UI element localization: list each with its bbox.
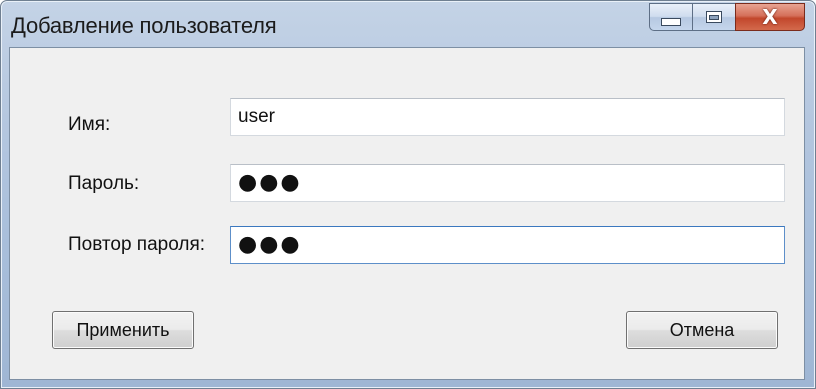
dialog-window: Добавление пользователя X Имя: user Паро… (0, 0, 816, 389)
minimize-button[interactable] (649, 3, 692, 31)
repeat-password-label: Повтор пароля: (68, 234, 206, 255)
apply-button[interactable]: Применить (52, 311, 194, 349)
caption-buttons: X (649, 3, 805, 33)
dialog-client-area: Имя: user Пароль: ●●● Повтор пароля: ●●●… (9, 47, 805, 380)
name-input[interactable]: user (230, 98, 785, 136)
maximize-icon (706, 11, 722, 23)
cancel-button[interactable]: Отмена (626, 311, 778, 349)
password-input[interactable]: ●●● (230, 164, 785, 202)
close-button[interactable]: X (735, 3, 805, 31)
password-label: Пароль: (68, 173, 140, 194)
repeat-password-input[interactable]: ●●● (230, 226, 785, 264)
maximize-button[interactable] (692, 3, 735, 31)
title-bar[interactable]: Добавление пользователя X (1, 1, 815, 47)
window-title: Добавление пользователя (11, 13, 277, 38)
repeat-password-input-value: ●●● (238, 231, 302, 257)
password-input-value: ●●● (238, 169, 302, 195)
minimize-icon (661, 18, 681, 26)
name-label: Имя: (68, 114, 111, 135)
close-icon: X (762, 5, 778, 29)
name-input-value: user (238, 106, 275, 127)
